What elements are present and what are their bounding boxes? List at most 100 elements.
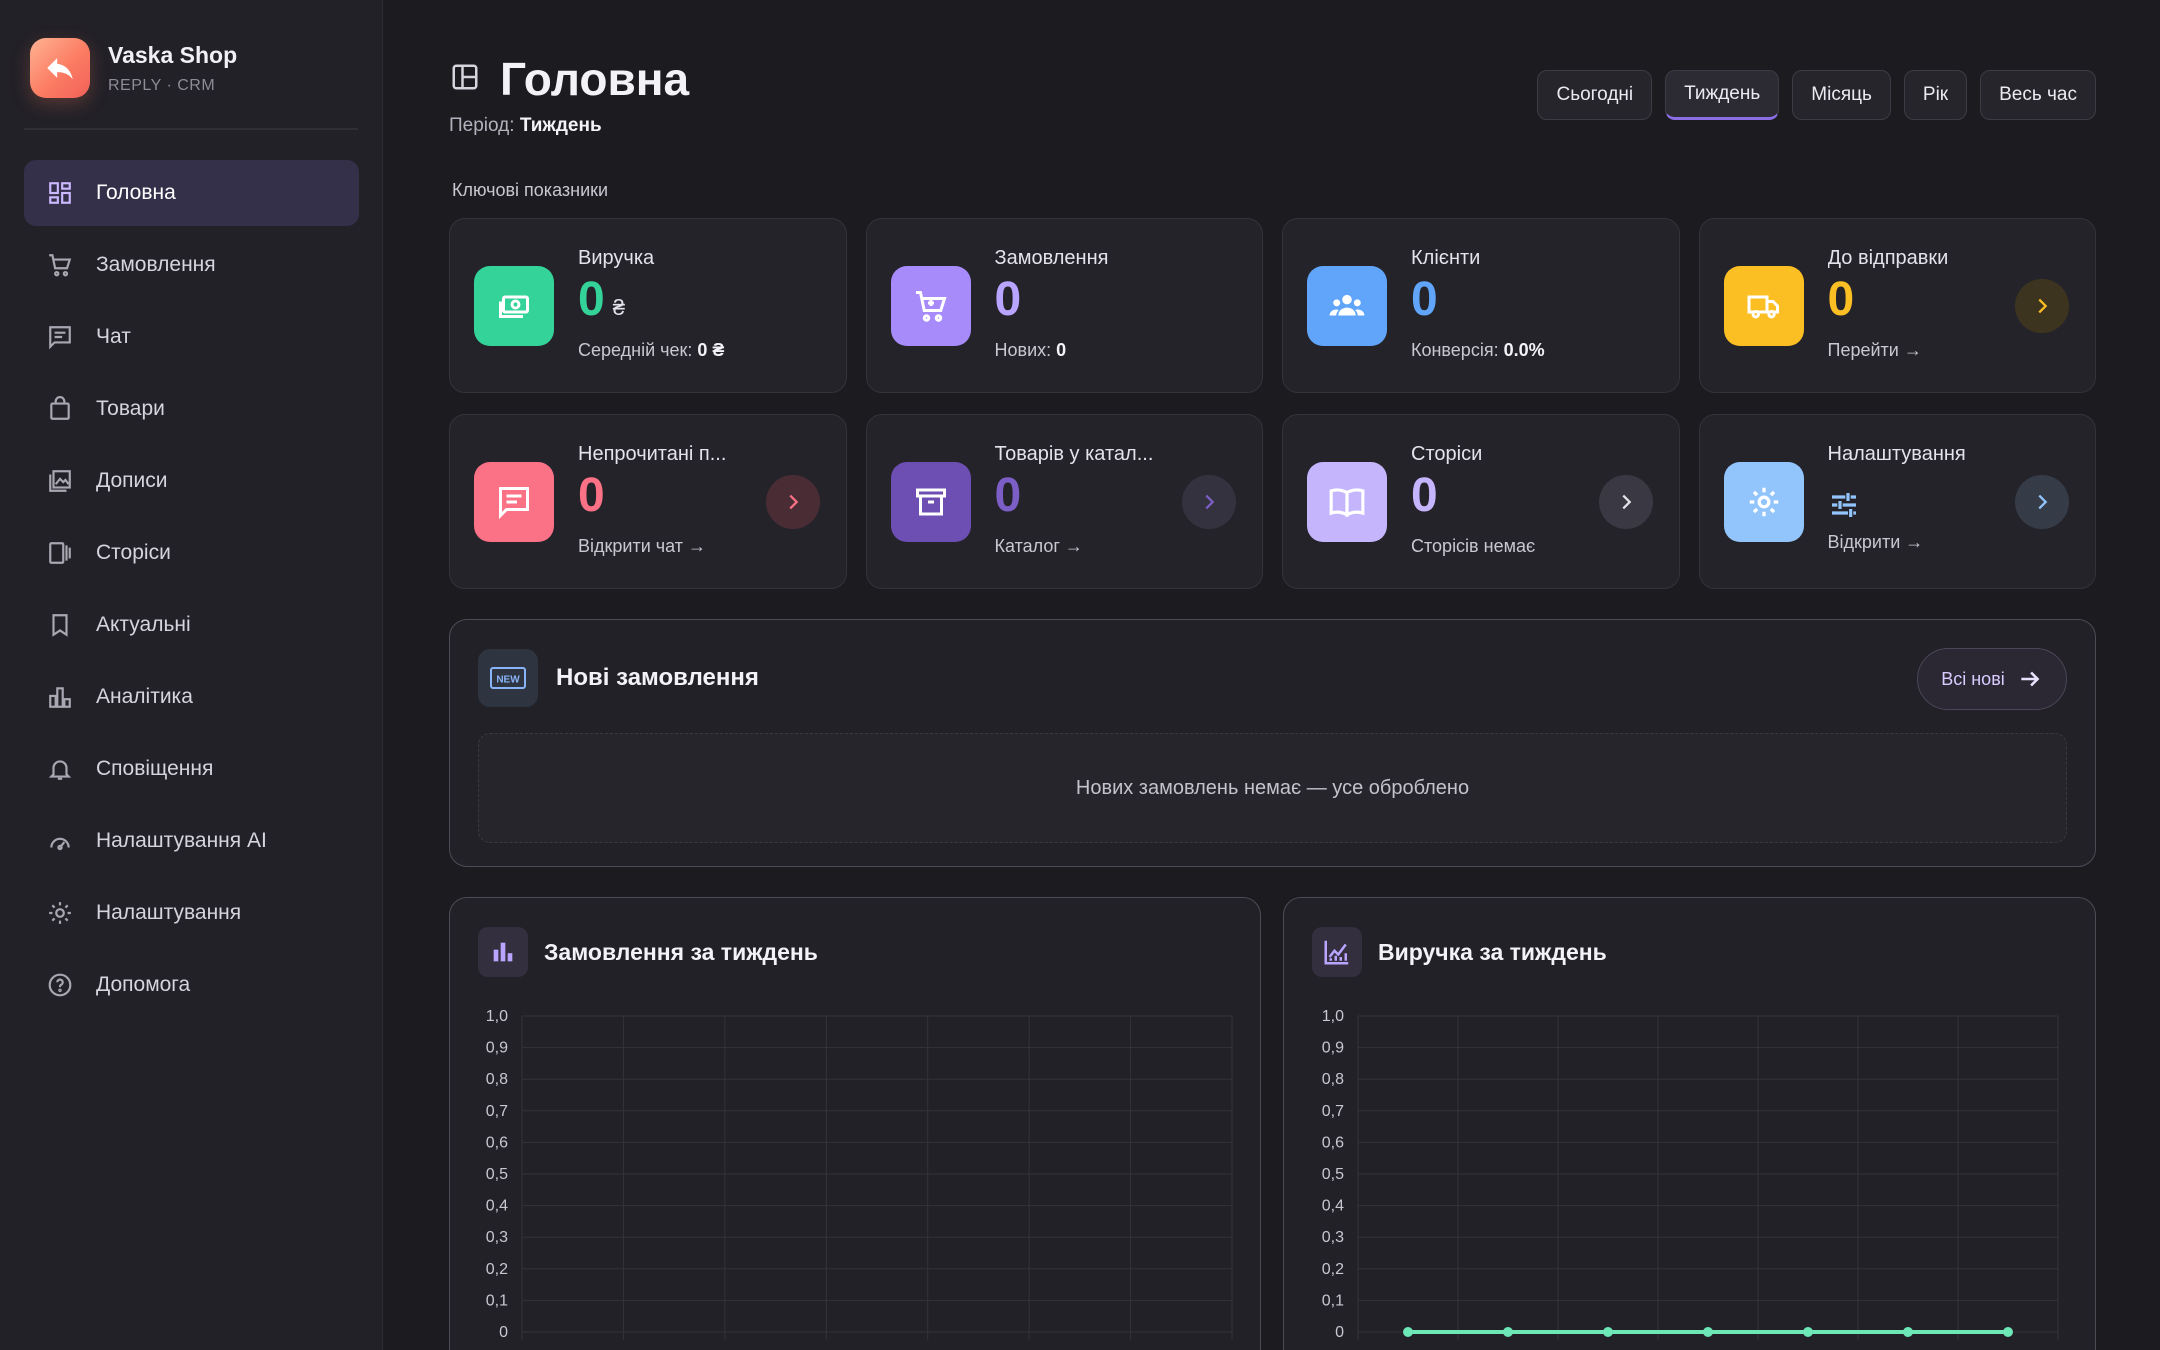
sidebar-item-posts[interactable]: Дописи	[24, 448, 359, 514]
sidebar-item-label: Головна	[96, 181, 176, 204]
y-tick-label: 0,3	[486, 1229, 508, 1246]
range-today[interactable]: Сьогодні	[1537, 70, 1653, 120]
kpi-label: Сторіси	[1411, 443, 1483, 465]
sidebar-item-label: Аналітика	[96, 685, 193, 708]
kpi-catalog[interactable]: Товарів у катал... 0 Каталог →	[865, 414, 1263, 589]
range-month[interactable]: Місяць	[1792, 70, 1891, 120]
sidebar-item-home[interactable]: Головна	[24, 160, 359, 226]
chat-icon	[46, 323, 74, 351]
data-point	[1703, 1327, 1713, 1337]
y-tick-label: 0,8	[1322, 1071, 1344, 1088]
kpi-stories[interactable]: Сторіси 0 Сторісів немає	[1282, 414, 1680, 589]
sidebar-item-analytics[interactable]: Аналітика	[24, 664, 359, 730]
y-tick-label: 0,2	[1322, 1261, 1344, 1278]
divider	[24, 128, 358, 130]
kpi-to-ship[interactable]: До відправки 0 Перейти →	[1698, 218, 2096, 393]
currency-unit: ₴	[612, 295, 625, 320]
kpi-link[interactable]: Відкрити →	[1828, 532, 1966, 553]
chevron-right-icon[interactable]	[2015, 475, 2069, 529]
range-year[interactable]: Рік	[1903, 70, 1968, 120]
sidebar-item-help[interactable]: Допомога	[24, 952, 359, 1018]
kpi-link[interactable]: Перейти →	[1828, 340, 1949, 361]
range-all-time[interactable]: Весь час	[1980, 70, 2096, 120]
kpi-link[interactable]: Каталог →	[995, 536, 1154, 557]
sidebar-item-stories[interactable]: Сторіси	[24, 520, 359, 586]
analytics-icon	[46, 683, 74, 711]
kpi-label: Налаштування	[1827, 443, 1966, 465]
sidebar-item-ai-settings[interactable]: Налаштування AI	[24, 808, 359, 874]
kpi-orders[interactable]: Замовлення 0 Нових: 0	[865, 218, 1263, 393]
sidebar-item-label: Чат	[96, 325, 131, 348]
dashboard-icon	[46, 179, 74, 207]
kpi-link[interactable]: Відкрити чат →	[578, 536, 726, 557]
kpi-value: 0 ₴	[578, 273, 625, 326]
truck-icon	[1723, 266, 1804, 346]
kpi-settings[interactable]: Налаштування Відкрити →	[1698, 414, 2096, 589]
kpi-value: 0	[1411, 469, 1438, 522]
y-tick-label: 0,9	[486, 1040, 508, 1057]
y-tick-label: 0,4	[486, 1198, 508, 1215]
brand[interactable]: Vaska Shop REPLY · CRM	[30, 38, 237, 98]
kpi-sub: Конверсія: 0.0%	[1411, 340, 1545, 360]
money-icon	[474, 266, 554, 346]
data-point	[1803, 1327, 1813, 1337]
y-tick-label: 1,0	[486, 1008, 508, 1025]
kpi-section-label: Ключові показники	[452, 180, 609, 200]
kpi-sub: Середній чек: 0 ₴	[578, 340, 725, 360]
all-new-button[interactable]: Всі нові	[1917, 648, 2067, 710]
kpi-sub: Сторісів немає	[1411, 536, 1536, 556]
period-caption: Період:	[449, 115, 515, 136]
kpi-label: До відправки	[1827, 247, 1949, 269]
page-title: Головна	[450, 52, 689, 106]
kpi-unread-messages[interactable]: Непрочитані п... 0 Відкрити чат →	[449, 414, 847, 589]
y-tick-label: 0,6	[486, 1134, 508, 1151]
sidebar-item-settings[interactable]: Налаштування	[24, 880, 359, 946]
chevron-right-icon[interactable]	[1182, 475, 1236, 529]
sidebar-item-label: Актуальні	[96, 613, 191, 636]
kpi-value: 0	[578, 469, 605, 522]
sidebar-item-highlights[interactable]: Актуальні	[24, 592, 359, 658]
kpi-clients[interactable]: Клієнти 0 Конверсія: 0.0%	[1282, 218, 1680, 393]
book-icon	[1307, 462, 1387, 542]
sidebar-item-label: Налаштування	[96, 901, 242, 924]
svg-text:NEW: NEW	[496, 675, 520, 686]
sidebar-item-orders[interactable]: Замовлення	[24, 232, 359, 298]
sidebar-item-label: Сповіщення	[96, 757, 214, 780]
sidebar-item-label: Дописи	[96, 469, 168, 492]
bell-icon	[46, 755, 74, 783]
kpi-value: 0	[994, 469, 1022, 522]
data-point	[1903, 1327, 1913, 1337]
sidebar-item-label: Допомога	[96, 973, 191, 996]
chevron-right-icon[interactable]	[765, 475, 820, 529]
chevron-right-icon[interactable]	[2015, 279, 2069, 333]
sidebar-item-products[interactable]: Товари	[24, 376, 359, 442]
kpi-value: 0	[1827, 273, 1855, 326]
y-tick-label: 0,1	[1322, 1292, 1344, 1309]
y-tick-label: 0,6	[1322, 1134, 1344, 1151]
kpi-label: Товарів у катал...	[994, 443, 1154, 465]
sliders-icon	[1828, 472, 1966, 522]
new-orders-title: Нові замовлення	[556, 664, 759, 691]
range-week[interactable]: Тиждень	[1665, 70, 1780, 120]
sidebar-item-label: Сторіси	[96, 541, 171, 564]
dashboard-icon	[450, 62, 480, 97]
shopping-bag-icon	[46, 395, 74, 423]
photo-library-icon	[46, 467, 74, 495]
range-tabs: Сьогодні Тиждень Місяць Рік Весь час	[1537, 70, 2096, 120]
kpi-sub: Нових: 0	[994, 340, 1067, 360]
kpi-label: Виручка	[578, 247, 655, 269]
y-tick-label: 0	[499, 1324, 508, 1341]
kpi-label: Замовлення	[994, 247, 1109, 269]
y-tick-label: 0,5	[1322, 1166, 1344, 1183]
brand-name: Vaska Shop	[108, 41, 238, 68]
period-value: Тиждень	[519, 115, 602, 136]
kpi-grid: Виручка 0 ₴ Середній чек: 0 ₴ Замовлення …	[449, 218, 2096, 589]
kpi-revenue[interactable]: Виручка 0 ₴ Середній чек: 0 ₴	[449, 218, 847, 393]
chevron-right-icon[interactable]	[1598, 475, 1653, 529]
sidebar: Vaska Shop REPLY · CRM Головна Замовленн…	[0, 0, 383, 1350]
sidebar-item-notifications[interactable]: Сповіщення	[24, 736, 359, 802]
sidebar-nav: Головна Замовлення Чат Товари Дописи Сто…	[24, 160, 359, 1024]
y-tick-label: 0,1	[486, 1292, 508, 1309]
sidebar-item-chat[interactable]: Чат	[24, 304, 359, 370]
kpi-value: 0	[994, 273, 1022, 326]
